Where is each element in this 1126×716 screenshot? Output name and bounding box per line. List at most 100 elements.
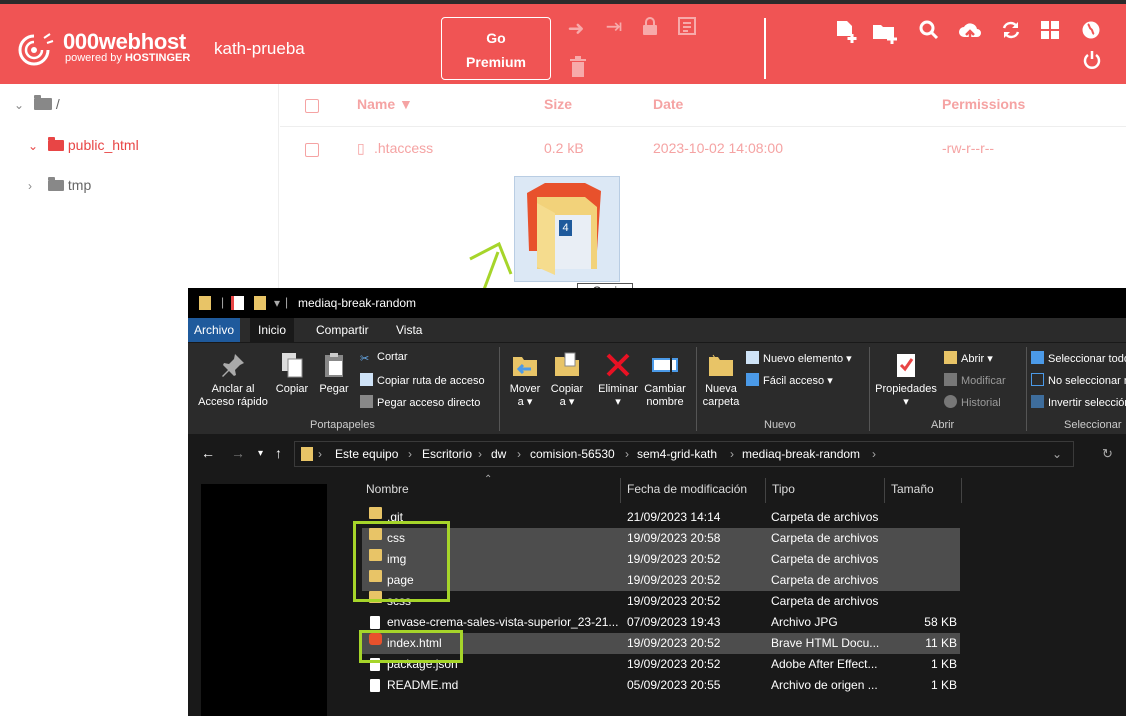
file-type: Carpeta de archivos	[771, 552, 879, 566]
explorer-title-bar: | ▾ | mediaq-break-random	[188, 288, 1126, 318]
file-row[interactable]: .git 21/09/2023 14:14 Carpeta de archivos	[362, 507, 960, 528]
ribbon-divider	[696, 347, 697, 431]
address-bar[interactable]: › Este equipo › Escritorio › dw › comisi…	[294, 441, 1074, 467]
ribbon-divider	[1026, 347, 1027, 431]
chevron-right-icon: ›	[478, 447, 482, 461]
file-row[interactable]: css 19/09/2023 20:58 Carpeta de archivos	[362, 528, 960, 549]
divider: |	[285, 295, 289, 309]
new-item-button[interactable]: Nuevo elemento ▾	[746, 351, 852, 365]
file-type: Archivo de origen ...	[771, 678, 878, 692]
folder-icon	[301, 447, 313, 461]
copy-path-button[interactable]: Copiar ruta de acceso	[360, 373, 485, 387]
ribbon-tabs: Archivo Inicio Compartir Vista	[188, 318, 1126, 342]
group-label-open: Abrir	[931, 419, 955, 431]
file-row[interactable]: img 19/09/2023 20:52 Carpeta de archivos	[362, 549, 960, 570]
file-modified: 05/09/2023 20:55	[627, 678, 721, 692]
file-explorer-window: | ▾ | mediaq-break-random Archivo Inicio…	[188, 288, 1126, 716]
file-name[interactable]: README.md	[387, 675, 458, 696]
breadcrumb-item[interactable]: dw	[491, 447, 506, 461]
new-folder-quick-icon[interactable]	[254, 296, 266, 310]
properties-quick-icon[interactable]	[231, 296, 244, 310]
chevron-down-icon[interactable]: ▾	[258, 448, 263, 459]
folder-icon	[369, 507, 382, 519]
invert-selection-button[interactable]: Invertir selección	[1031, 395, 1126, 409]
breadcrumb-item[interactable]: Escritorio	[422, 447, 472, 461]
chevron-down-icon[interactable]: ▾	[274, 296, 280, 310]
rename-button[interactable]: Cambiar nombre	[641, 351, 689, 409]
open-icon	[944, 351, 957, 364]
paste-shortcut-button[interactable]: Pegar acceso directo	[360, 395, 480, 409]
refresh-icon[interactable]: ↻	[1102, 446, 1113, 462]
edit-button[interactable]: Modificar	[944, 373, 1006, 387]
sort-up-icon: ⌃	[484, 474, 493, 485]
chevron-right-icon: ›	[517, 447, 521, 461]
pin-quick-access-button[interactable]: Anclar al Acceso rápido	[194, 351, 272, 409]
file-type: Carpeta de archivos	[771, 573, 879, 587]
forward-arrow-icon[interactable]: →	[231, 445, 245, 461]
ribbon: Anclar al Acceso rápido Copiar Pegar ✂ Cor…	[188, 342, 1126, 434]
history-button[interactable]: Historial	[944, 395, 1001, 409]
file-type: Archivo JPG	[771, 615, 838, 629]
file-modified: 21/09/2023 14:14	[627, 510, 721, 524]
tab-view[interactable]: Vista	[396, 323, 422, 337]
column-type[interactable]: Tipo	[767, 478, 885, 503]
file-size: 1 KB	[930, 657, 957, 671]
file-modified: 07/09/2023 19:43	[627, 615, 721, 629]
file-modified: 19/09/2023 20:58	[627, 531, 721, 545]
file-size: 11 KB	[925, 636, 957, 650]
new-folder-button[interactable]: Nueva carpeta	[699, 351, 743, 409]
move-to-icon	[513, 357, 537, 376]
file-type: Brave HTML Docu...	[771, 636, 880, 650]
group-label-select: Seleccionar	[1064, 419, 1122, 431]
delete-button[interactable]: Eliminar ▾	[595, 351, 641, 409]
chevron-right-icon: ›	[730, 447, 734, 461]
tab-home[interactable]: Inicio	[250, 318, 294, 342]
navigation-pane[interactable]	[201, 484, 327, 716]
ribbon-divider	[499, 347, 500, 431]
paste-icon	[325, 353, 343, 377]
file-row[interactable]: page 19/09/2023 20:52 Carpeta de archivos	[362, 570, 960, 591]
tab-file[interactable]: Archivo	[188, 318, 240, 342]
file-modified: 19/09/2023 20:52	[627, 657, 721, 671]
back-arrow-icon[interactable]: ←	[201, 445, 215, 461]
cut-button[interactable]: ✂ Cortar	[360, 351, 408, 365]
column-size[interactable]: Tamaño	[886, 478, 962, 503]
file-size: 58 KB	[924, 615, 957, 629]
new-folder-icon	[709, 354, 733, 376]
copy-to-button[interactable]: Copiar a ▾	[546, 351, 588, 409]
copy-icon	[282, 353, 303, 378]
breadcrumb-item[interactable]: mediaq-break-random	[742, 447, 860, 461]
breadcrumb-item[interactable]: comision-56530	[530, 447, 615, 461]
copy-to-icon	[555, 352, 579, 376]
copy-path-icon	[360, 373, 373, 386]
chevron-right-icon: ›	[625, 447, 629, 461]
select-all-button[interactable]: Seleccionar todo	[1031, 351, 1126, 365]
properties-button[interactable]: Propiedades ▾	[872, 351, 940, 409]
move-to-button[interactable]: Mover a ▾	[504, 351, 546, 409]
breadcrumb-item[interactable]: Este equipo	[335, 447, 398, 461]
file-type: Carpeta de archivos	[771, 531, 879, 545]
copy-button[interactable]: Copiar	[274, 351, 310, 396]
easy-access-button[interactable]: Fácil acceso ▾	[746, 373, 833, 387]
open-button[interactable]: Abrir ▾	[944, 351, 993, 365]
select-all-icon	[1031, 351, 1044, 364]
new-item-icon	[746, 351, 759, 364]
file-modified: 19/09/2023 20:52	[627, 552, 721, 566]
paste-shortcut-icon	[360, 395, 373, 408]
paste-button[interactable]: Pegar	[316, 351, 352, 396]
file-row[interactable]: README.md 05/09/2023 20:55 Archivo de orig…	[362, 675, 960, 696]
file-size: 1 KB	[930, 678, 957, 692]
ribbon-divider	[869, 347, 870, 431]
column-modified[interactable]: Fecha de modificación	[622, 478, 766, 503]
up-arrow-icon[interactable]: ↑	[275, 445, 282, 461]
delete-x-icon	[606, 353, 630, 377]
history-icon	[944, 395, 957, 408]
breadcrumb-item[interactable]: sem4-grid-kath	[637, 447, 717, 461]
chevron-down-icon[interactable]: ⌄	[1052, 447, 1062, 461]
tab-share[interactable]: Compartir	[316, 323, 369, 337]
invert-selection-icon	[1031, 395, 1044, 408]
scissors-icon: ✂	[360, 353, 370, 365]
select-none-icon	[1031, 373, 1044, 386]
select-none-button[interactable]: No seleccionar ninguno	[1031, 373, 1126, 387]
file-row[interactable]: scss 19/09/2023 20:52 Carpeta de archivos	[362, 591, 960, 612]
